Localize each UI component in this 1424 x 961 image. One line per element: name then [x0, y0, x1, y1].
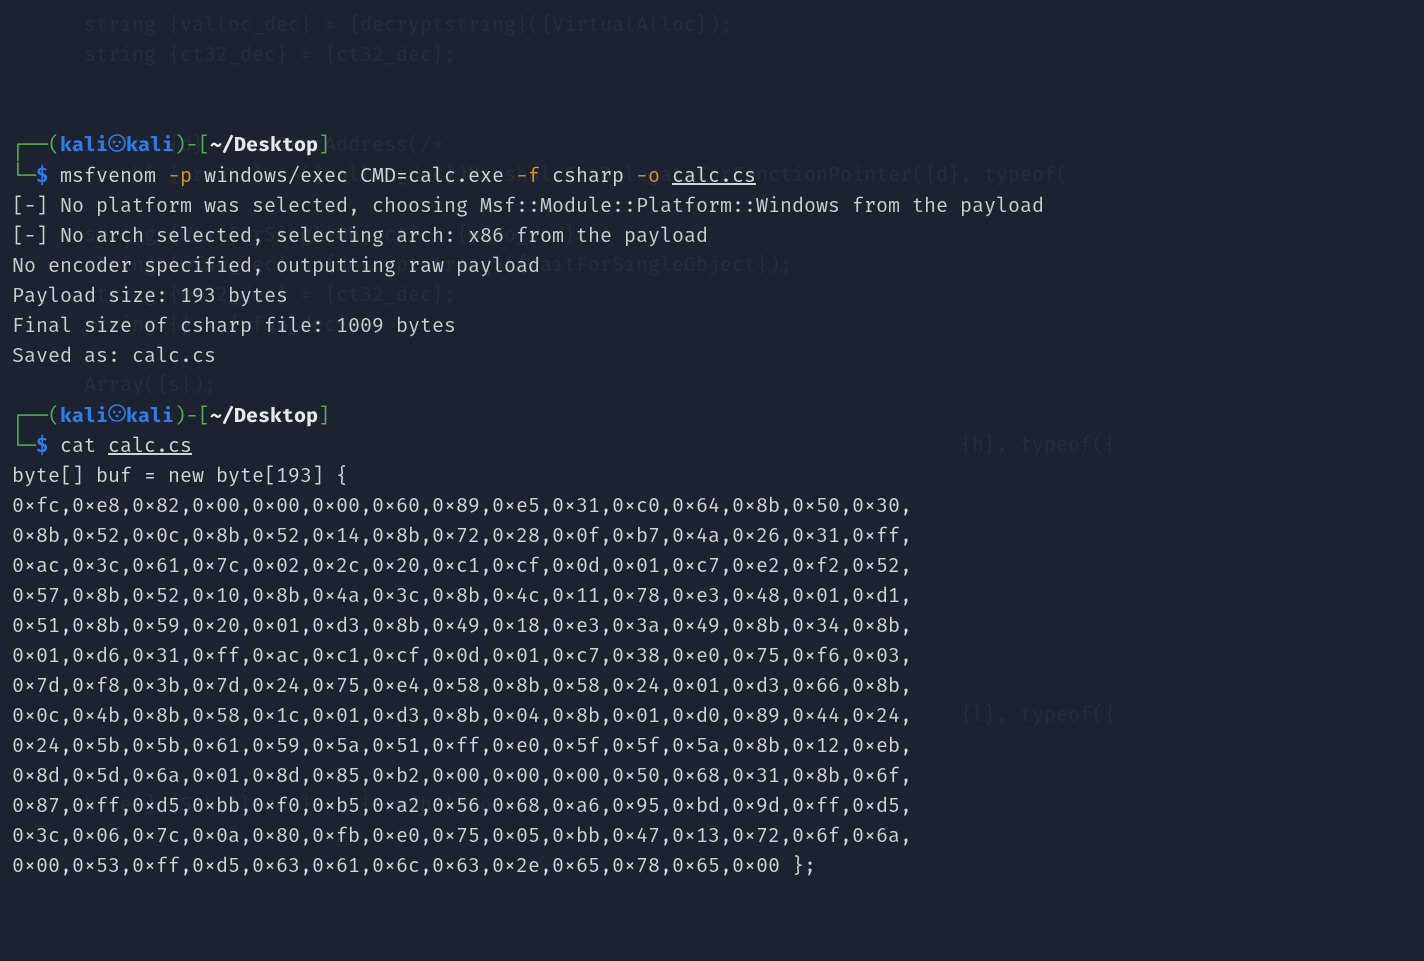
cmd-output-file: calc.cs: [672, 164, 756, 188]
stdout-line: Final size of csharp file: 1009 bytes: [12, 311, 1412, 341]
cmd-bin: cat: [60, 434, 108, 458]
prompt-decor: ]: [318, 404, 330, 428]
prompt-decor: └─: [12, 434, 36, 458]
stdout-line: Payload size: 193 bytes: [12, 281, 1412, 311]
prompt-line-2[interactable]: └─$ cat calc.cs: [12, 431, 1412, 461]
stdout-line: 0×01,0×d6,0×31,0×ff,0×ac,0×c1,0×cf,0×0d,…: [12, 641, 1412, 671]
prompt-path: ~/Desktop: [210, 133, 318, 157]
prompt-line-1: ┌──(kalikali)-[~/Desktop]: [12, 130, 1412, 161]
skull-icon: [108, 131, 126, 161]
prompt-decor: ┌──(: [12, 133, 60, 157]
stdout-line: byte[] buf = new byte[193] {: [12, 461, 1412, 491]
stdout-line: 0×7d,0×f8,0×3b,0×7d,0×24,0×75,0×e4,0×58,…: [12, 671, 1412, 701]
prompt-path: ~/Desktop: [210, 404, 318, 428]
prompt-line-1: ┌──(kalikali)-[~/Desktop]: [12, 401, 1412, 432]
stdout-line: 0×3c,0×06,0×7c,0×0a,0×80,0×fb,0×e0,0×75,…: [12, 821, 1412, 851]
prompt-host: kali: [126, 404, 174, 428]
cmd-flag: -p: [168, 164, 192, 188]
stdout-line: [-] No platform was selected, choosing M…: [12, 191, 1412, 221]
stdout-line: No encoder specified, outputting raw pay…: [12, 251, 1412, 281]
stdout-line: 0×fc,0×e8,0×82,0×00,0×00,0×00,0×60,0×89,…: [12, 491, 1412, 521]
stdout-line: 0×87,0×ff,0×d5,0×bb,0×f0,0×b5,0×a2,0×56,…: [12, 791, 1412, 821]
stdout-line: 0×57,0×8b,0×52,0×10,0×8b,0×4a,0×3c,0×8b,…: [12, 581, 1412, 611]
cmd-arg: csharp: [540, 164, 636, 188]
prompt-line-2[interactable]: └─$ msfvenom -p windows/exec CMD=calc.ex…: [12, 161, 1412, 191]
prompt-decor: ]: [318, 133, 330, 157]
prompt-user: kali: [60, 133, 108, 157]
cmd-arg: windows/exec CMD=calc.exe: [192, 164, 516, 188]
prompt-decor: )-[: [174, 404, 210, 428]
terminal-window[interactable]: string {valloc_dec} = {decryptstring}({V…: [0, 0, 1424, 961]
stdout-line: 0×8b,0×52,0×0c,0×8b,0×52,0×14,0×8b,0×72,…: [12, 521, 1412, 551]
prompt-sigil: $: [36, 434, 60, 458]
stdout-line: 0×0c,0×4b,0×8b,0×58,0×1c,0×01,0×d3,0×8b,…: [12, 701, 1412, 731]
blank-line: [12, 371, 1412, 401]
stdout-line: 0×51,0×8b,0×59,0×20,0×01,0×d3,0×8b,0×49,…: [12, 611, 1412, 641]
prompt-decor: )-[: [174, 133, 210, 157]
prompt-sigil: $: [36, 164, 60, 188]
prompt-host: kali: [126, 133, 174, 157]
cmd-bin: msfvenom: [60, 164, 168, 188]
cmd-arg-file: calc.cs: [108, 434, 192, 458]
stdout-line: 0×8d,0×5d,0×6a,0×01,0×8d,0×85,0×b2,0×00,…: [12, 761, 1412, 791]
stdout-line: [-] No arch selected, selecting arch: x8…: [12, 221, 1412, 251]
stdout-line: 0×00,0×53,0×ff,0×d5,0×63,0×61,0×6c,0×63,…: [12, 851, 1412, 881]
stdout-line: Saved as: calc.cs: [12, 341, 1412, 371]
prompt-decor: ┌──(: [12, 404, 60, 428]
cmd-flag: -f: [516, 164, 540, 188]
stdout-line: 0×24,0×5b,0×5b,0×61,0×59,0×5a,0×51,0×ff,…: [12, 731, 1412, 761]
stdout-line: 0×ac,0×3c,0×61,0×7c,0×02,0×2c,0×20,0×c1,…: [12, 551, 1412, 581]
prompt-decor: └─: [12, 164, 36, 188]
skull-icon: [108, 401, 126, 431]
prompt-user: kali: [60, 404, 108, 428]
cmd-flag: -o: [636, 164, 660, 188]
